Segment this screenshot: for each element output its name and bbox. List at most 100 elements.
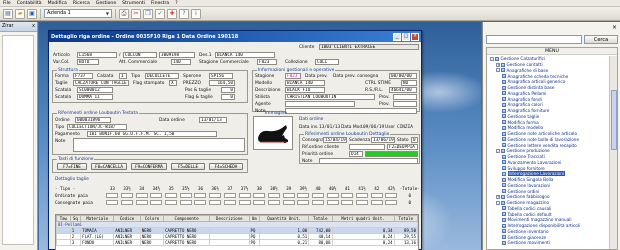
size-qty-input[interactable] — [297, 200, 310, 205]
delle-button[interactable]: F5=DELLE — [171, 163, 205, 170]
ordine-field[interactable]: 000031896 — [75, 117, 111, 123]
scrollbar-thumb[interactable] — [611, 90, 617, 150]
conferma-button[interactable]: F9=CONFERMA — [131, 163, 167, 170]
stagione-comm-field[interactable]: F023 — [257, 59, 277, 65]
des-field[interactable]: BIANCA 140 — [215, 52, 275, 58]
size-qty-input[interactable] — [121, 200, 134, 205]
size-qty-input[interactable] — [165, 193, 178, 198]
size-qty-input[interactable] — [106, 200, 119, 205]
prov2-field[interactable] — [393, 101, 417, 107]
collapse-icon[interactable]: - — [496, 200, 500, 205]
size-qty-input[interactable] — [385, 200, 398, 205]
size-qty-input[interactable] — [311, 200, 324, 205]
stilista-field[interactable]: CHRISTIAN LOUBOUTIN — [285, 94, 375, 100]
size-qty-input[interactable] — [209, 193, 222, 198]
size-qty-input[interactable] — [356, 193, 369, 198]
size-qty-input[interactable] — [267, 193, 280, 198]
open-folder-icon[interactable]: ▰ — [15, 8, 25, 19]
collezione-field[interactable]: COLL — [315, 59, 339, 65]
data-ordine-field[interactable]: 13/01/13 — [199, 117, 227, 123]
tipo-field[interactable]: DECOLLETE — [145, 73, 179, 79]
size-qty-input[interactable] — [326, 193, 339, 198]
size-qty-input[interactable] — [311, 193, 324, 198]
rsrl-field[interactable]: 46641/00 — [389, 87, 417, 93]
table-row[interactable]: 3 FONDO ANILNER NERO CAPRETTO NERO PQ 0,21 88,0… — [56, 239, 418, 246]
menu-modifica[interactable]: Modifica — [45, 1, 70, 6]
size-qty-input[interactable] — [370, 200, 383, 205]
det-stato-field[interactable]: 0 — [411, 137, 418, 143]
articolo-field[interactable]: L1568 — [77, 52, 117, 58]
descrizione-field[interactable]: BLACK FIO — [285, 87, 325, 93]
components-table[interactable]: Taw Sq Materiale Codice Colore Component… — [55, 214, 419, 250]
att-field[interactable]: 140 — [171, 59, 191, 65]
size-qty-input[interactable] — [253, 200, 266, 205]
size-qty-input[interactable] — [297, 193, 310, 198]
save-icon[interactable]: ▣ — [27, 8, 37, 19]
cliente-field[interactable]: 1003 CLIENTI EXTRACEE — [319, 44, 419, 50]
size-qty-input[interactable] — [253, 193, 266, 198]
det-scadenza-field[interactable]: 13/06/19 — [371, 137, 395, 143]
refresh-icon[interactable]: ✚ — [167, 8, 177, 19]
size-qty-input[interactable] — [267, 200, 280, 205]
size-qty-input[interactable] — [150, 193, 163, 198]
size-qty-input[interactable] — [209, 200, 222, 205]
size-qty-input[interactable] — [238, 193, 251, 198]
size-qty-input[interactable] — [385, 193, 398, 198]
collapse-icon[interactable]: - — [496, 148, 500, 153]
company-select[interactable]: Azienda 1 ▼ — [44, 9, 112, 18]
ctrl-stime-field[interactable]: NO — [401, 80, 417, 86]
size-qty-input[interactable] — [223, 200, 236, 205]
forma-field[interactable]: F737 — [73, 73, 93, 79]
minimize-icon[interactable]: _ — [393, 32, 401, 41]
colore-field[interactable]: COLCON — [123, 52, 157, 58]
expand-icon[interactable]: + — [496, 194, 500, 199]
menu-finestra[interactable]: Finestra — [148, 1, 172, 6]
cut-icon[interactable]: ✂ — [131, 8, 141, 19]
size-qty-input[interactable] — [282, 193, 295, 198]
size-qty-input[interactable] — [282, 200, 295, 205]
size-qty-input[interactable] — [356, 200, 369, 205]
collapse-icon[interactable]: - — [496, 68, 500, 73]
search-button[interactable]: Cerca — [584, 35, 618, 44]
size-qty-input[interactable] — [150, 200, 163, 205]
det-note-field[interactable] — [319, 158, 418, 164]
flag-taglie-field[interactable]: 0 — [221, 94, 235, 100]
modello-field[interactable]: BIANCA 140 — [285, 80, 325, 86]
calzata-field[interactable]: I — [119, 73, 127, 79]
tree-scrollbar[interactable] — [609, 56, 617, 249]
size-qty-input[interactable] — [238, 200, 251, 205]
size-qty-input[interactable] — [106, 193, 119, 198]
info-stagione-field[interactable]: F023 — [285, 73, 301, 79]
priorita-field[interactable]: D14 — [349, 151, 363, 157]
size-qty-input[interactable] — [194, 193, 207, 198]
close-icon[interactable]: × — [411, 32, 419, 41]
print-icon[interactable]: ⎙ — [119, 8, 129, 19]
size-qty-input[interactable] — [135, 193, 148, 198]
scatola-field[interactable]: SC000012 — [77, 87, 113, 93]
size-qty-input[interactable] — [326, 200, 339, 205]
menu-tree-item[interactable]: Gestione movimenti — [488, 240, 610, 246]
sperone-field[interactable]: SP156 — [209, 73, 233, 79]
taglie-field[interactable]: CALZATURE CON TAGLIE — [73, 80, 129, 86]
pos-taglie-field[interactable]: 0 — [221, 87, 235, 93]
agente-field[interactable] — [285, 101, 355, 107]
expand-icon[interactable]: + — [496, 62, 500, 67]
info-note-field[interactable] — [285, 108, 417, 114]
new-doc-icon[interactable]: ▤ — [3, 8, 13, 19]
prov-field[interactable] — [393, 94, 417, 100]
size-qty-input[interactable] — [121, 193, 134, 198]
size-qty-input[interactable] — [165, 200, 178, 205]
size-qty-input[interactable] — [223, 193, 236, 198]
info-icon[interactable]: i — [191, 8, 201, 19]
rif-ordine-field[interactable] — [349, 144, 385, 150]
codice-field[interactable]: 3009198 — [159, 52, 195, 58]
scheda-button[interactable]: F4=SCHEDA — [209, 163, 243, 170]
size-qty-input[interactable] — [194, 200, 207, 205]
size-qty-input[interactable] — [341, 193, 354, 198]
consegna-field[interactable]: 00/00/00 — [389, 73, 417, 79]
size-qty-input[interactable] — [341, 200, 354, 205]
prezzo-field[interactable]: 164,50 — [209, 80, 235, 86]
menu-file[interactable]: File — [0, 1, 14, 6]
det-consegna-field[interactable]: 15/04/19 — [323, 137, 347, 143]
menu-contabilita[interactable]: Contabilità — [14, 1, 45, 6]
